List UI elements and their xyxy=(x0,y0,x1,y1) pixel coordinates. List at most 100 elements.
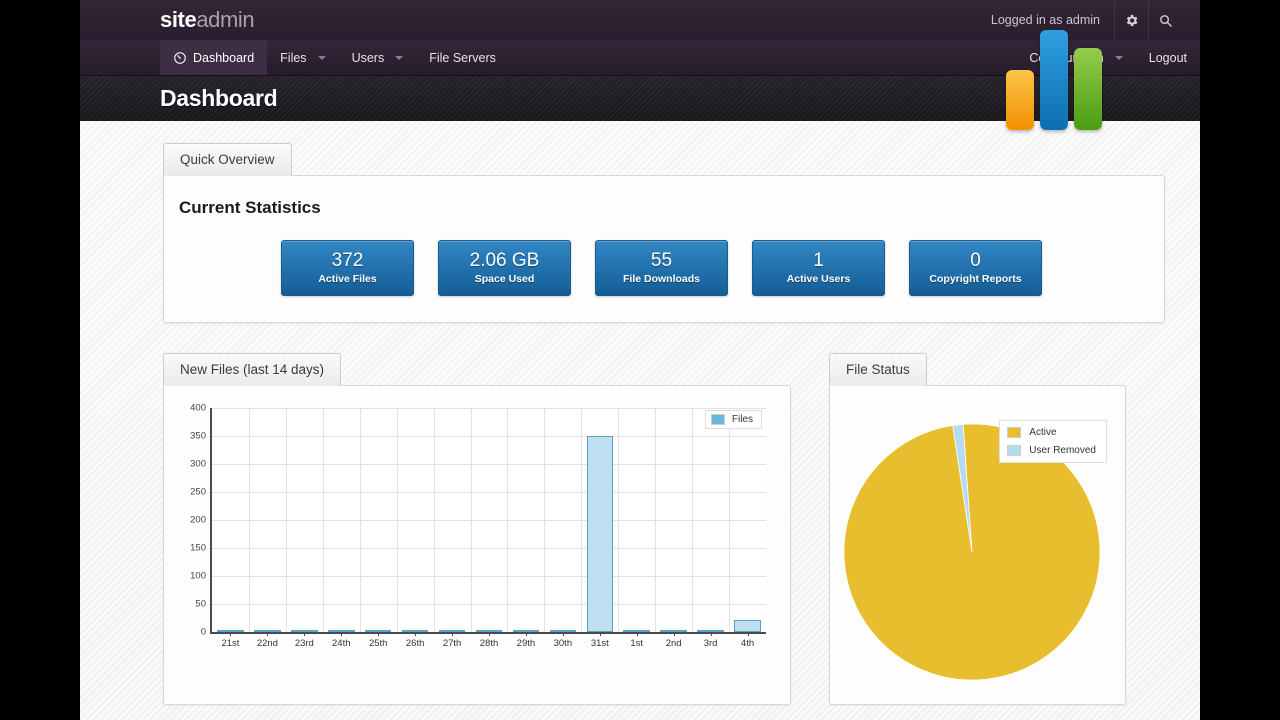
x-axis-tick xyxy=(489,632,490,636)
stat-value: 372 xyxy=(332,251,364,271)
quick-overview-body: Current Statistics 372 Active Files 2.06… xyxy=(163,175,1165,323)
grid-line-horizontal xyxy=(212,436,766,437)
pie-chart-legend: Active User Removed xyxy=(999,420,1107,463)
grid-line-vertical xyxy=(286,408,287,632)
y-axis-tick-label: 250 xyxy=(190,487,206,498)
brand-light: admin xyxy=(196,7,254,32)
bar-chart-bar[interactable] xyxy=(587,436,614,632)
tab-quick-overview[interactable]: Quick Overview xyxy=(163,143,292,176)
nav-left-group: Dashboard Files Users File Servers xyxy=(80,40,509,75)
x-axis-tick xyxy=(563,632,564,636)
nav-item-files-label: Files xyxy=(280,51,306,65)
tab-new-files[interactable]: New Files (last 14 days) xyxy=(163,353,341,386)
tab-file-status[interactable]: File Status xyxy=(829,353,927,386)
page-title: Dashboard xyxy=(160,85,277,112)
x-axis-tick-label: 26th xyxy=(406,638,425,649)
grid-line-vertical xyxy=(434,408,435,632)
grid-line-vertical xyxy=(397,408,398,632)
nav-item-file-servers[interactable]: File Servers xyxy=(416,40,509,75)
legend-entry-user-removed: User Removed xyxy=(1007,445,1096,456)
x-axis-tick-label: 1st xyxy=(630,638,643,649)
chevron-down-icon xyxy=(1115,56,1123,60)
legend-label-files: Files xyxy=(732,414,753,425)
x-axis-tick-label: 30th xyxy=(554,638,573,649)
grid-line-horizontal xyxy=(212,408,766,409)
stat-card-active-files[interactable]: 372 Active Files xyxy=(281,240,414,296)
grid-line-vertical xyxy=(544,408,545,632)
grid-line-vertical xyxy=(618,408,619,632)
x-axis-tick-label: 27th xyxy=(443,638,462,649)
y-axis-tick-label: 50 xyxy=(195,599,206,610)
nav-item-logout[interactable]: Logout xyxy=(1136,40,1200,75)
x-axis-tick-label: 24th xyxy=(332,638,351,649)
legend-label-user-removed: User Removed xyxy=(1029,445,1096,456)
grid-line-horizontal xyxy=(212,464,766,465)
legend-label-active: Active xyxy=(1029,427,1056,438)
stat-card-copyright-reports[interactable]: 0 Copyright Reports xyxy=(909,240,1042,296)
chevron-down-icon xyxy=(318,56,326,60)
y-axis-tick-label: 150 xyxy=(190,543,206,554)
decoration-bar-orange xyxy=(1006,70,1034,130)
x-axis-tick xyxy=(526,632,527,636)
browser-viewport: siteadmin Logged in as admin xyxy=(80,0,1200,720)
bar-chart-plot-area: 05010015020025030035040021st22nd23rd24th… xyxy=(210,408,766,634)
x-axis-tick xyxy=(637,632,638,636)
stat-card-active-users[interactable]: 1 Active Users xyxy=(752,240,885,296)
nav-item-dashboard[interactable]: Dashboard xyxy=(160,40,267,75)
search-icon[interactable] xyxy=(1148,0,1182,40)
x-axis-tick-label: 31st xyxy=(591,638,609,649)
x-axis-tick-label: 23rd xyxy=(295,638,314,649)
x-axis-tick xyxy=(452,632,453,636)
new-files-bar-chart: 05010015020025030035040021st22nd23rd24th… xyxy=(172,402,776,660)
nav-item-users[interactable]: Users xyxy=(339,40,417,75)
bar-chart-bar[interactable] xyxy=(734,620,761,632)
grid-line-vertical xyxy=(323,408,324,632)
grid-line-horizontal xyxy=(212,520,766,521)
nav-item-dashboard-label: Dashboard xyxy=(193,51,254,65)
x-axis-tick-label: 28th xyxy=(480,638,499,649)
x-axis-tick xyxy=(378,632,379,636)
stat-card-file-downloads[interactable]: 55 File Downloads xyxy=(595,240,728,296)
x-axis-tick-label: 2nd xyxy=(666,638,682,649)
x-axis-tick xyxy=(267,632,268,636)
legend-swatch-active xyxy=(1007,427,1021,438)
x-axis-tick-label: 29th xyxy=(517,638,536,649)
x-axis-tick xyxy=(600,632,601,636)
grid-line-horizontal xyxy=(212,576,766,577)
brand-logo[interactable]: siteadmin xyxy=(80,7,254,33)
decoration-bar-green xyxy=(1074,48,1102,130)
file-status-body: Active User Removed xyxy=(829,385,1126,705)
x-axis-tick xyxy=(748,632,749,636)
nav-item-files[interactable]: Files xyxy=(267,40,338,75)
grid-line-horizontal xyxy=(212,492,766,493)
grid-line-vertical xyxy=(692,408,693,632)
stat-label: Copyright Reports xyxy=(929,273,1021,285)
stat-label: Space Used xyxy=(475,273,535,285)
new-files-panel: New Files (last 14 days) 050100150200250… xyxy=(163,353,791,705)
stat-card-space-used[interactable]: 2.06 GB Space Used xyxy=(438,240,571,296)
x-axis-tick xyxy=(304,632,305,636)
y-axis-tick-label: 100 xyxy=(190,571,206,582)
x-axis-tick xyxy=(711,632,712,636)
grid-line-vertical xyxy=(729,408,730,632)
file-status-panel: File Status Active xyxy=(829,353,1126,705)
grid-line-vertical xyxy=(655,408,656,632)
nav-item-users-label: Users xyxy=(352,51,385,65)
stat-value: 55 xyxy=(651,251,672,271)
y-axis-tick-label: 300 xyxy=(190,459,206,470)
nav-item-file-servers-label: File Servers xyxy=(429,51,496,65)
gear-icon[interactable] xyxy=(1114,0,1148,40)
y-axis-tick-label: 350 xyxy=(190,431,206,442)
stat-label: Active Files xyxy=(318,273,376,285)
x-axis-tick xyxy=(341,632,342,636)
statistics-row: 372 Active Files 2.06 GB Space Used 55 F… xyxy=(179,240,1144,296)
y-axis-tick-label: 400 xyxy=(190,403,206,414)
x-axis-tick xyxy=(230,632,231,636)
x-axis-tick-label: 4th xyxy=(741,638,754,649)
grid-line-horizontal xyxy=(212,604,766,605)
chevron-down-icon xyxy=(395,56,403,60)
bar-chart-legend: Files xyxy=(705,410,762,429)
brand-strong: site xyxy=(160,7,196,32)
stat-label: File Downloads xyxy=(623,273,700,285)
file-status-column: File Status Active xyxy=(829,353,1126,720)
